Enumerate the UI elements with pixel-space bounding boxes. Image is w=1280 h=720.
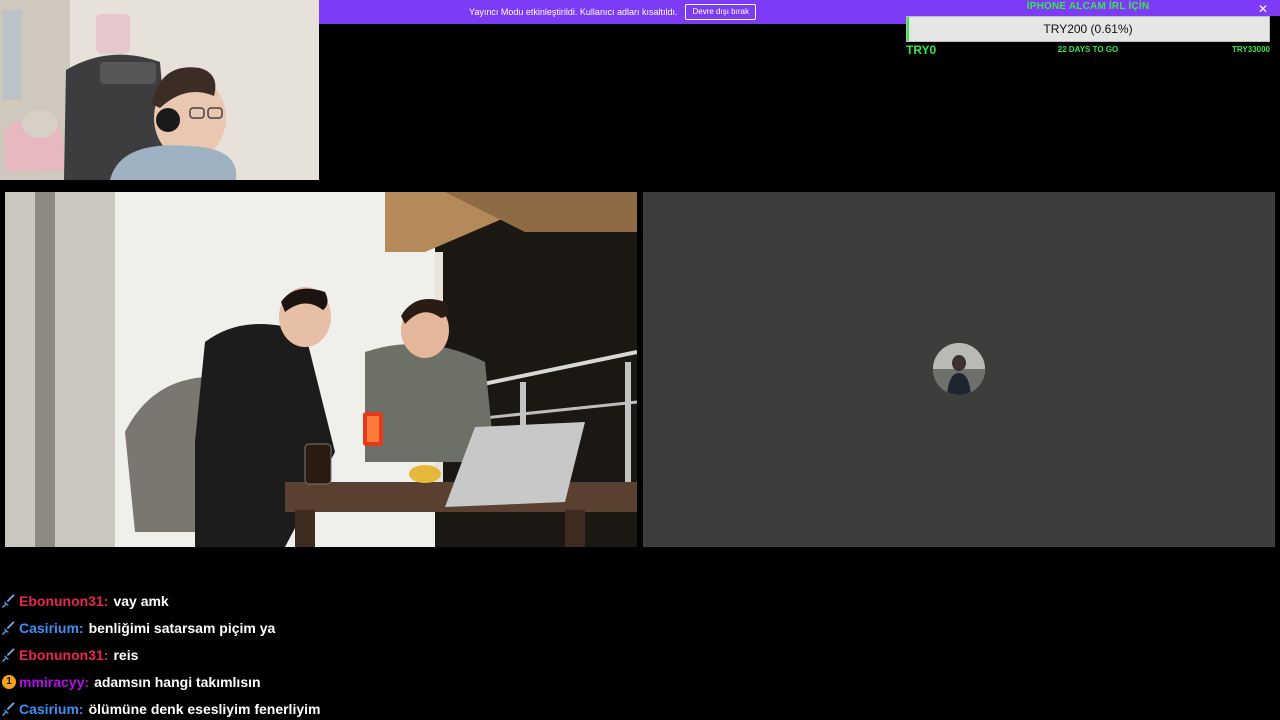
chat-message: Ebonunon31: reis: [2, 641, 702, 668]
chat-message-text: ölümüne denk esesliyim fenerliyim: [88, 700, 321, 717]
banner-text: Yayıncı Modu etkinleştirildi. Kullanıcı …: [469, 7, 678, 17]
chat-overlay: Ebonunon31: vay amk Casirium: benliğimi sat…: [2, 587, 702, 720]
chat-message-text: benliğimi satarsam piçim ya: [88, 619, 276, 636]
sword-icon: [2, 620, 16, 635]
chat-message: Ebonunon31: vay amk: [2, 587, 702, 614]
chat-username[interactable]: Ebonunon31: [19, 593, 104, 609]
donation-goal-title: İPHONE ALCAM İRL İÇİN: [1026, 1, 1150, 12]
chat-username[interactable]: Casirium: [19, 620, 79, 636]
streamer-mode-banner: Yayıncı Modu etkinleştirildi. Kullanıcı …: [319, 0, 906, 24]
chat-message-text: vay amk: [113, 592, 169, 609]
chat-username[interactable]: mmiracyy: [19, 674, 84, 690]
participant-avatar[interactable]: [933, 343, 985, 395]
chat-message: Casirium: benliğimi satarsam piçim ya: [2, 614, 702, 641]
chat-colon: :: [103, 592, 109, 609]
chat-colon: :: [103, 646, 109, 663]
chat-username[interactable]: Casirium: [19, 701, 79, 717]
sword-icon: [2, 647, 16, 662]
chat-colon: :: [84, 673, 90, 690]
chat-message: Casirium: ölümüne denk esesliyim fenerliy…: [2, 695, 702, 720]
donation-goal-target: TRY33000: [1232, 45, 1270, 54]
chat-colon: :: [78, 619, 84, 636]
donation-goal-footer: TRY0 22 DAYS TO GO TRY33000: [906, 43, 1270, 57]
donation-goal-amount: TRY200 (0.61%): [1043, 22, 1133, 36]
sword-icon: [2, 701, 16, 716]
chat-message-text: reis: [113, 646, 139, 663]
video-tile-camera-off: [643, 192, 1275, 547]
donation-goal-days-left: 22 DAYS TO GO: [1057, 45, 1119, 54]
chat-colon: :: [78, 700, 84, 717]
chat-message: 1 mmiracyy: adamsın hangi takımlısın: [2, 668, 702, 695]
donation-goal-bar: TRY200 (0.61%): [906, 16, 1270, 42]
sword-icon: [2, 593, 16, 608]
gold-badge-icon: 1: [2, 674, 16, 689]
disable-streamer-mode-button[interactable]: Devre dışı bırak: [685, 4, 756, 20]
streamer-webcam: [0, 0, 319, 180]
stream-overlay: Yayıncı Modu etkinleştirildi. Kullanıcı …: [0, 0, 1280, 720]
video-tile-balcony: [5, 192, 637, 547]
chat-username[interactable]: Ebonunon31: [19, 647, 104, 663]
chat-message-text: adamsın hangi takımlısın: [94, 673, 261, 690]
